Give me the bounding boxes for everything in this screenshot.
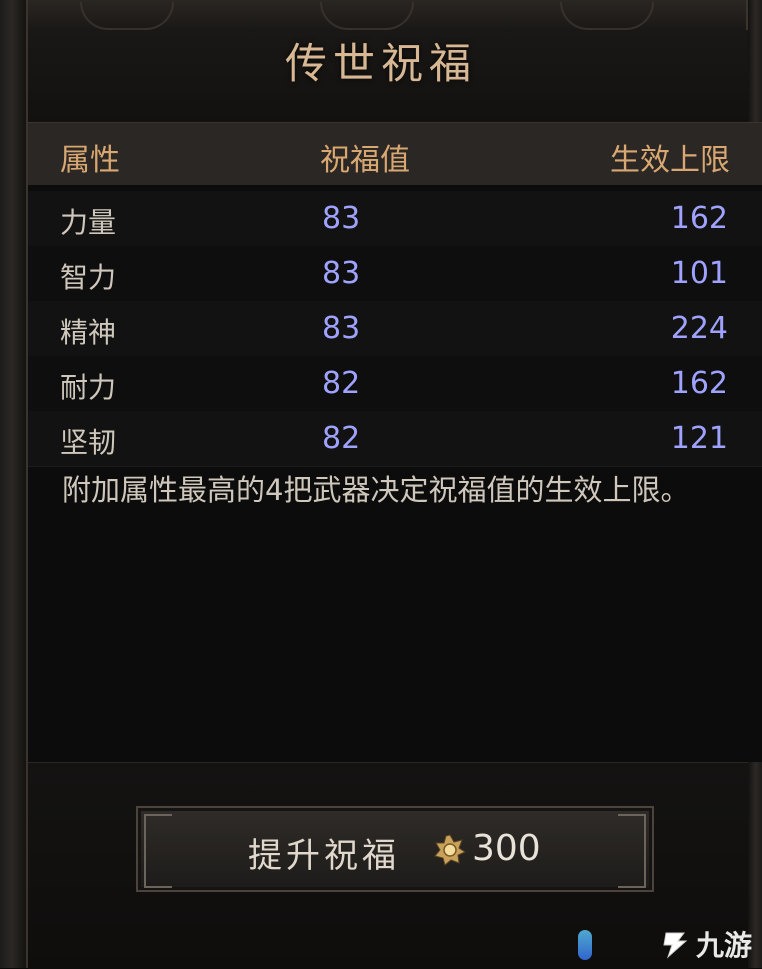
limit-value: 162 (670, 366, 728, 401)
header-blessing: 祝福值 (320, 143, 410, 178)
logo-icon (663, 932, 688, 959)
table-row: 耐力 82 162 (28, 356, 762, 412)
attribute-name: 智力 (60, 261, 117, 294)
watermark-glow (578, 930, 592, 960)
ornament-swirl-center (320, 2, 414, 30)
blessing-value: 83 (322, 311, 361, 346)
watermark: 九游 (658, 924, 752, 964)
ornament-swirl-left (80, 2, 174, 30)
limit-value: 162 (670, 201, 728, 236)
button-corner-right (618, 814, 646, 888)
watermark-text: 九游 (695, 929, 752, 962)
attribute-name: 力量 (60, 206, 117, 239)
currency-gem-icon (434, 834, 466, 866)
header-limit: 生效上限 (610, 143, 730, 178)
blessing-value: 82 (322, 421, 361, 456)
blessing-value: 83 (322, 201, 361, 236)
attribute-name: 耐力 (60, 371, 117, 404)
table-header: 属性 祝福值 生效上限 (28, 122, 762, 185)
button-corner-left (144, 814, 172, 888)
table-row: 智力 83 101 (28, 246, 762, 302)
top-ornament (0, 0, 762, 31)
panel-title: 传世祝福 (284, 39, 477, 88)
table-row: 力量 83 162 (28, 191, 762, 247)
table-row: 精神 83 224 (28, 301, 762, 357)
frame-border-left (0, 0, 28, 968)
limit-value: 224 (670, 311, 728, 346)
blessing-value: 82 (322, 366, 361, 401)
upgrade-blessing-button[interactable]: 提升祝福 300 (136, 806, 654, 892)
ornament-swirl-right (560, 2, 654, 30)
table-row: 坚韧 82 121 (28, 411, 762, 467)
upgrade-blessing-label: 提升祝福 (248, 836, 400, 876)
description-note: 附加属性最高的4把武器决定祝福值的生效上限。 (62, 473, 690, 507)
blessing-value: 83 (322, 256, 361, 291)
cost-value: 300 (472, 828, 541, 869)
attribute-name: 坚韧 (60, 426, 117, 459)
limit-value: 121 (670, 421, 728, 456)
limit-value: 101 (670, 256, 728, 291)
header-attribute: 属性 (60, 143, 120, 178)
attribute-name: 精神 (60, 316, 117, 349)
